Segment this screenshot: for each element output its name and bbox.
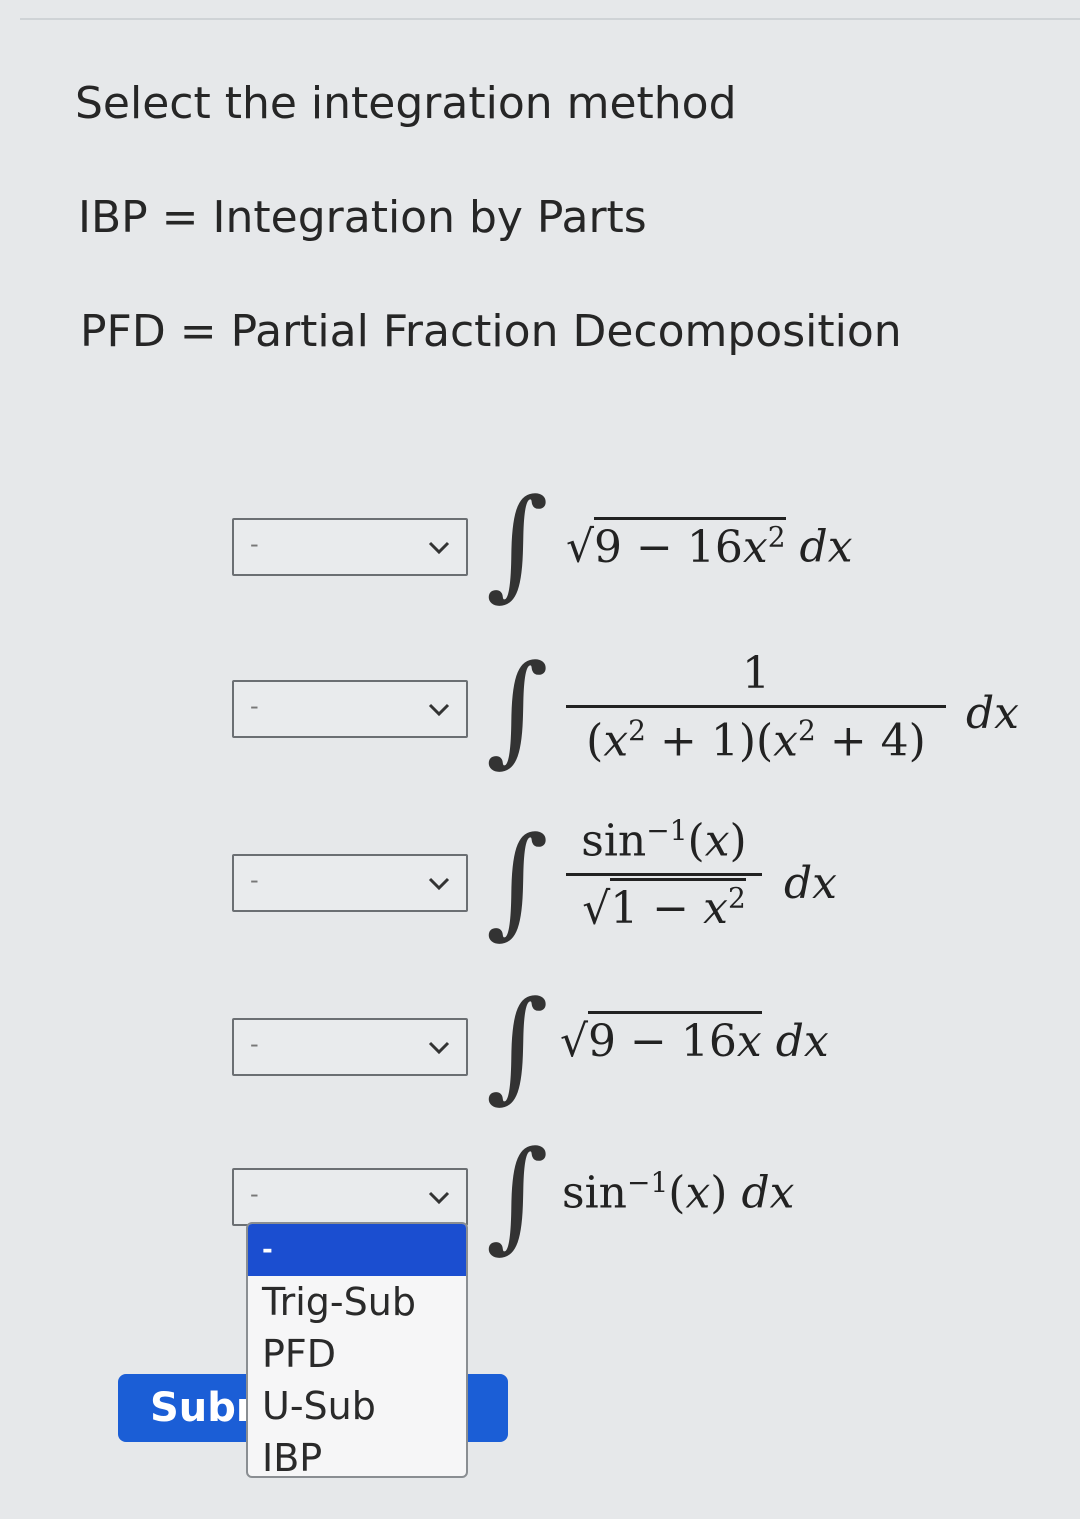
method-select-1[interactable]: - xyxy=(232,518,468,576)
integrand-4: √9 − 16x dx xyxy=(560,1011,829,1067)
differential-dx: dx xyxy=(966,688,1019,739)
chevron-down-icon xyxy=(428,703,450,717)
method-select-5[interactable]: - xyxy=(232,1168,468,1226)
integral-sign: ∫ xyxy=(486,812,549,951)
dropdown-option-none[interactable]: - xyxy=(248,1224,466,1276)
dropdown-option-trig-sub[interactable]: Trig-Sub xyxy=(248,1276,466,1328)
select-value: - xyxy=(250,530,259,558)
integral-sign: ∫ xyxy=(486,976,549,1115)
chevron-down-icon xyxy=(428,1041,450,1055)
method-select-4[interactable]: - xyxy=(232,1018,468,1076)
select-value: - xyxy=(250,866,259,894)
integrand-1: √9 − 16x2 dx xyxy=(566,516,853,573)
dropdown-option-u-sub[interactable]: U-Sub xyxy=(248,1380,466,1432)
integrand-2: 1 (x2 + 1)(x2 + 4) xyxy=(566,648,946,767)
chevron-down-icon xyxy=(428,877,450,891)
instruction-text: Select the integration method xyxy=(75,78,737,129)
method-select-2[interactable]: - xyxy=(232,680,468,738)
integrand-5: sin−1(x) dx xyxy=(562,1166,795,1219)
integral-sign: ∫ xyxy=(486,640,549,779)
differential-dx: dx xyxy=(784,858,837,909)
method-dropdown-list[interactable]: - Trig-Sub PFD U-Sub IBP xyxy=(246,1222,468,1478)
select-value: - xyxy=(250,1030,259,1058)
integrand-3: sin−1(x) √1 − x2 xyxy=(566,814,762,935)
pfd-legend: PFD = Partial Fraction Decomposition xyxy=(80,306,902,357)
chevron-down-icon xyxy=(428,541,450,555)
ibp-legend: IBP = Integration by Parts xyxy=(78,192,647,243)
top-divider xyxy=(20,18,1080,20)
dropdown-option-pfd[interactable]: PFD xyxy=(248,1328,466,1380)
select-value: - xyxy=(250,1180,259,1208)
integral-sign: ∫ xyxy=(486,474,549,613)
chevron-down-icon xyxy=(428,1191,450,1205)
method-select-3[interactable]: - xyxy=(232,854,468,912)
select-value: - xyxy=(250,692,259,720)
integral-sign: ∫ xyxy=(486,1126,549,1265)
dropdown-option-ibp[interactable]: IBP xyxy=(248,1432,466,1476)
